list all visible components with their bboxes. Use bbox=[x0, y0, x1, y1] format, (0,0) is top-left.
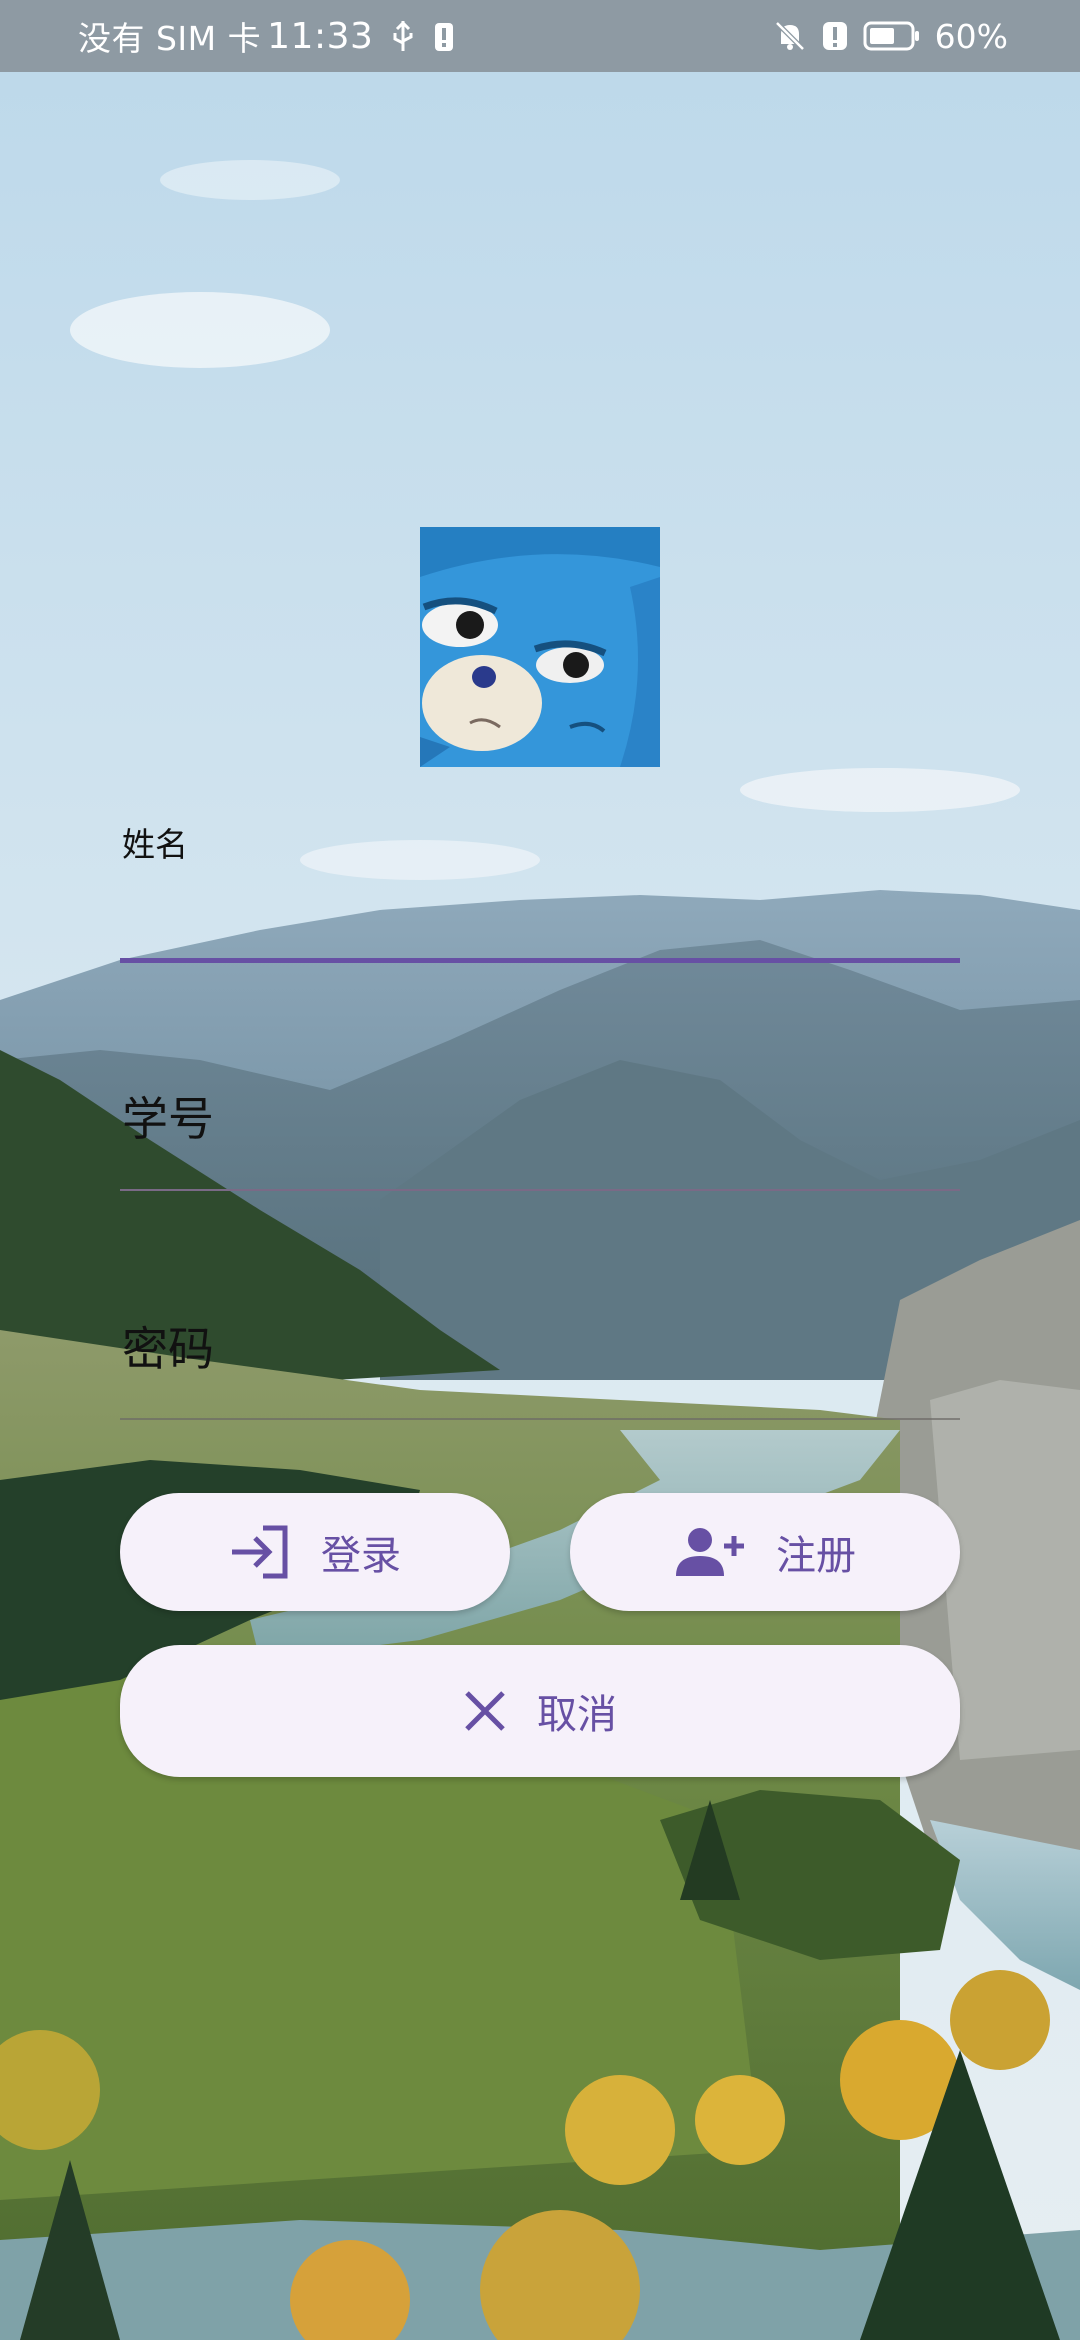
status-bar: 没有 SIM 卡 11:33 60% bbox=[0, 0, 1080, 72]
password-field[interactable]: 密码 bbox=[122, 1313, 214, 1379]
carrier-text: 没有 SIM 卡 bbox=[78, 19, 262, 58]
name-label: 姓名 bbox=[122, 825, 188, 864]
cancel-button[interactable]: 取消 bbox=[120, 1645, 960, 1777]
student-id-field[interactable]: 学号 bbox=[122, 1083, 214, 1149]
close-icon bbox=[463, 1689, 507, 1733]
login-label: 登录 bbox=[321, 1533, 401, 1579]
register-label: 注册 bbox=[776, 1533, 856, 1579]
mute-bell-icon bbox=[773, 19, 807, 53]
name-input[interactable] bbox=[120, 888, 964, 960]
password-underline bbox=[120, 1418, 960, 1420]
login-button[interactable]: 登录 bbox=[120, 1493, 510, 1611]
usb-icon bbox=[391, 19, 415, 53]
clock-time: 11:33 bbox=[267, 15, 374, 57]
battery-percent: 60% bbox=[934, 16, 1008, 56]
battery-icon bbox=[863, 21, 921, 51]
student-id-underline bbox=[120, 1189, 960, 1191]
name-input-underline bbox=[120, 958, 960, 963]
alert-icon bbox=[433, 19, 455, 53]
register-button[interactable]: 注册 bbox=[570, 1493, 960, 1611]
avatar bbox=[420, 527, 660, 767]
add-user-icon bbox=[674, 1526, 746, 1578]
cancel-label: 取消 bbox=[537, 1692, 617, 1738]
alert-icon bbox=[821, 19, 849, 53]
login-icon bbox=[229, 1525, 291, 1579]
login-screen: 没有 SIM 卡 11:33 60% 姓名 学号 密码 登录 注册 取消 bbox=[0, 0, 1080, 2340]
landscape-background bbox=[0, 0, 1080, 2340]
